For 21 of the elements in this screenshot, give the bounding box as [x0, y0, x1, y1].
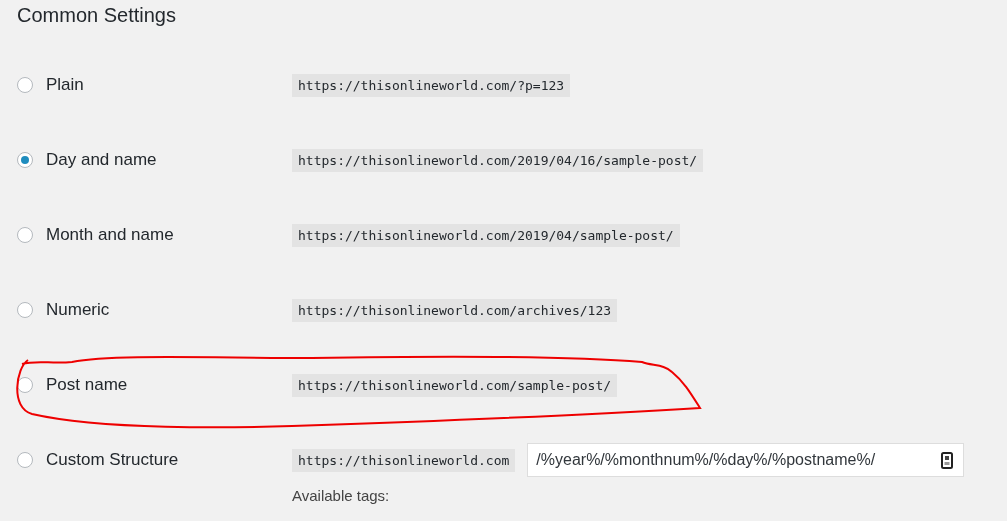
url-example: https://thisonlineworld.com/2019/04/sample-post/ — [292, 223, 680, 247]
option-label: Custom Structure — [46, 450, 179, 470]
option-label: Day and name — [46, 150, 157, 170]
help-text: Available tags: — [292, 487, 391, 504]
url-example: https://thisonlineworld.com/2019/04/16/sample-post/ — [292, 148, 704, 172]
radio-button[interactable] — [17, 227, 33, 243]
url-example: https://thisonlineworld.com — [292, 448, 516, 472]
radio-button[interactable] — [17, 452, 33, 468]
url-example: https://thisonlineworld.com/archives/123 — [292, 298, 618, 322]
radio-button[interactable] — [17, 302, 33, 318]
contact-card-icon[interactable] — [941, 451, 954, 469]
option-label: Plain — [46, 75, 84, 95]
radio-button[interactable] — [17, 77, 33, 93]
url-example: https://thisonlineworld.com/?p=123 — [292, 73, 571, 97]
structure-field[interactable]: /%year%/%monthnum%/%day%/%postname%/ — [527, 443, 965, 477]
radio-button[interactable] — [17, 152, 33, 168]
option-label: Numeric — [46, 300, 110, 320]
option-label: Month and name — [46, 225, 174, 245]
url-example: https://thisonlineworld.com/sample-post/ — [292, 373, 618, 397]
section-heading: Common Settings — [17, 4, 177, 28]
option-label: Post name — [46, 375, 128, 395]
